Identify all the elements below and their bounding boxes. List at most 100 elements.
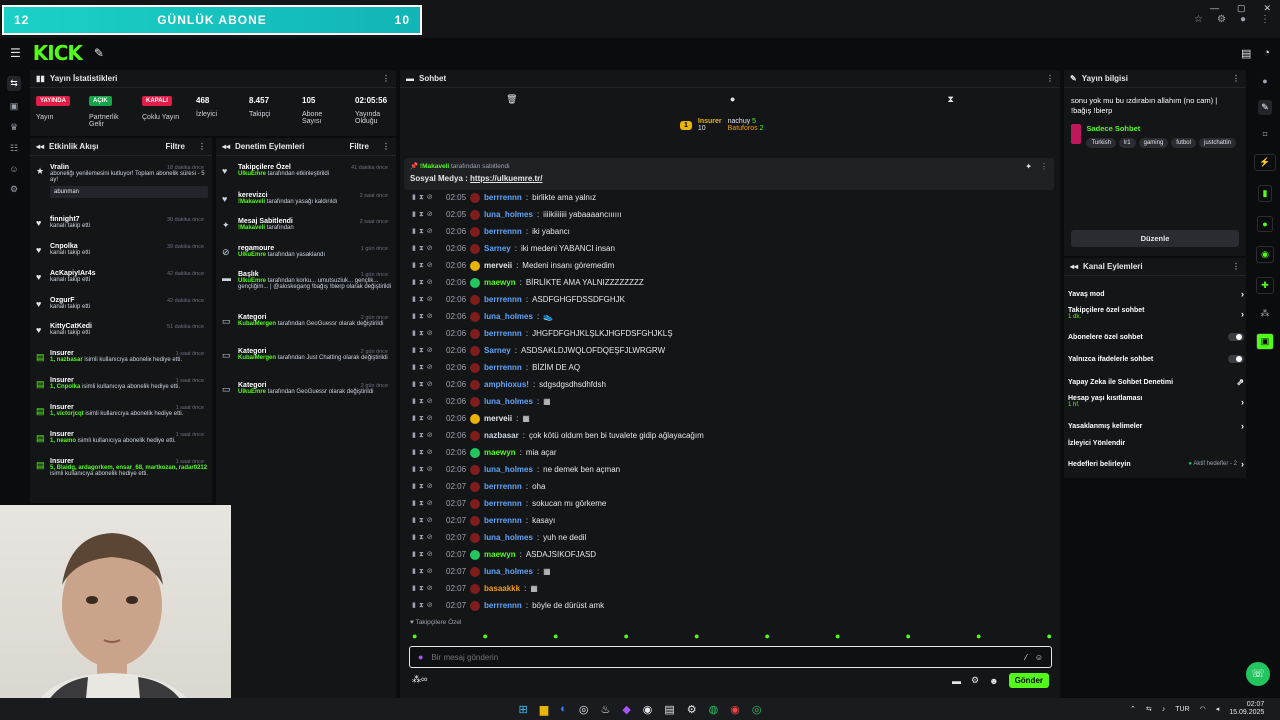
mod-action-user[interactable]: KubaiMergen — [238, 355, 276, 361]
chat-message[interactable]: ▮⧗⊘ 02:07 maewyn: ASDAJSIKOFJASD — [412, 546, 1052, 563]
event-feed-item[interactable]: ▤ Insurer 1, neamo isimli kullanıcıya ab… — [36, 431, 208, 444]
event-feed-item[interactable]: ★ Vralin aboneliğı yenilemesini kutluyor… — [36, 164, 208, 198]
leaderboard-trash-icon[interactable]: 🗑 — [506, 94, 517, 105]
mod-action-item[interactable]: ▭ Kategori KubaiMergen tarafından GeoGue… — [222, 314, 392, 327]
chat-message[interactable]: ▮⧗⊘ 02:06 Sarney: ASDSAKLDJWQLOFDQEŞFJLW… — [412, 342, 1052, 359]
app-red-icon[interactable]: ◉ — [730, 703, 740, 716]
stat-live[interactable]: YAYINDA Yayın — [36, 96, 70, 121]
emote-icon[interactable]: ● — [412, 631, 417, 641]
event-feed-item[interactable]: ♥ finnight7 kanalı takip etti 30 dakika … — [36, 216, 208, 229]
chevron-right-icon[interactable]: › — [1241, 459, 1244, 469]
rail-settings-icon[interactable]: ⚙ — [10, 184, 18, 195]
mod-tools-icon[interactable]: ▮⧗⊘ — [412, 329, 442, 338]
mod-action-item[interactable]: ▭ Kategori UlkuEmre tarafından GeoGuessr… — [222, 382, 392, 395]
mod-action-user[interactable]: UlkuEmre — [238, 389, 266, 395]
mod-action-item[interactable]: ♥ kerevizci !Makaveli tarafından yasağı … — [222, 192, 392, 205]
tray-network-icon[interactable]: ⇆ — [1146, 705, 1152, 713]
pinned-link[interactable]: https://ulkuemre.tr/ — [470, 174, 542, 183]
mod-tools-icon[interactable]: ▮⧗⊘ — [412, 193, 442, 202]
chat-username[interactable]: nazbasar — [484, 431, 519, 440]
rail-info-icon[interactable]: ● — [1262, 76, 1267, 86]
tray-mic-icon[interactable]: ♪ — [1162, 706, 1166, 713]
edit-button[interactable]: Düzenle — [1071, 230, 1239, 247]
mod-tools-icon[interactable]: ▮⧗⊘ — [412, 346, 442, 355]
tray-clock[interactable]: 02:07 15.09.2025 — [1229, 701, 1264, 717]
event-feed-item[interactable]: ♥ OzgurF kanalı takip etti 42 dakika önc… — [36, 297, 208, 310]
chat-input-box[interactable]: ● ⁄ ☺ — [409, 646, 1052, 668]
mod-tools-icon[interactable]: ▮⧗⊘ — [412, 227, 442, 236]
stream-tag[interactable]: gaming — [1138, 138, 1169, 148]
chat-message-input[interactable] — [431, 652, 1018, 662]
mod-menu-icon[interactable]: ⋮ — [382, 142, 390, 151]
stream-tag[interactable]: lr1 — [1118, 138, 1136, 148]
chat-bubble-icon[interactable]: ▬ — [952, 676, 961, 686]
mod-action-user[interactable]: UlkuEmre — [238, 171, 266, 177]
chat-username[interactable]: luna_holmes — [484, 210, 533, 219]
chat-message[interactable]: ▮⧗⊘ 02:06 merveii: Medeni insanı göremed… — [412, 257, 1052, 274]
mod-tools-icon[interactable]: ▮⧗⊘ — [412, 516, 442, 525]
layout-icon[interactable]: ▤ — [1241, 47, 1251, 60]
chat-message[interactable]: ▮⧗⊘ 02:07 basaakkk: ▦ — [412, 580, 1052, 597]
chat-message[interactable]: ▮⧗⊘ 02:06 maewyn: BİRLİKTE AMA YALNIZZZZ… — [412, 274, 1052, 291]
chat-settings-icon[interactable]: ⚙ — [971, 675, 979, 686]
mic-icon[interactable]: ● — [418, 652, 423, 662]
mod-action-user[interactable]: KubaiMergen — [238, 321, 276, 327]
chat-username[interactable]: luna_holmes — [484, 397, 533, 406]
emote-icon[interactable]: ● — [694, 631, 699, 641]
mod-tools-icon[interactable]: ▮⧗⊘ — [412, 210, 442, 219]
edge-icon[interactable]: ◐ — [560, 703, 567, 715]
explorer-icon[interactable]: ▆ — [540, 703, 548, 716]
stat-partner[interactable]: AÇIK Partnerlik Gelir — [89, 96, 133, 128]
emote-icon[interactable]: ● — [1047, 631, 1052, 641]
chrome-icon[interactable]: ◉ — [643, 703, 653, 716]
event-feed-item[interactable]: ▤ Insurer 1, nazbasar isimli kullanıcıya… — [36, 350, 208, 363]
chat-message[interactable]: ▮⧗⊘ 02:07 berrrennn: sokucan mı görkeme — [412, 495, 1052, 512]
feed-menu-icon[interactable]: ⋮ — [198, 142, 206, 151]
chat-username[interactable]: merveii — [484, 414, 512, 423]
tools-icon[interactable]: ✎ — [94, 46, 104, 60]
obs-icon[interactable]: ◎ — [579, 703, 589, 716]
channel-action-item[interactable]: Takipçilere özel sohbet 1 dk. › — [1068, 307, 1244, 320]
mod-tools-icon[interactable]: ▮⧗⊘ — [412, 533, 442, 542]
chat-message[interactable]: ▮⧗⊘ 02:07 luna_holmes: ▦ — [412, 563, 1052, 580]
chat-username[interactable]: maewyn — [484, 278, 516, 287]
emote-icon[interactable]: ● — [553, 631, 558, 641]
event-feed-item[interactable]: ♥ AcKapiyIAr4s kanalı takip etti 42 daki… — [36, 270, 208, 283]
channel-action-item[interactable]: Abonelere özel sohbet — [1068, 333, 1244, 341]
mod-tools-icon[interactable]: ▮⧗⊘ — [412, 431, 442, 440]
stat-multistream[interactable]: KAPALI Çoklu Yayın — [142, 96, 186, 121]
mod-tools-icon[interactable]: ▮⧗⊘ — [412, 550, 442, 559]
minimize-icon[interactable]: — — [1210, 3, 1219, 14]
mod-action-item[interactable]: ▬ Başlık UlkuEmre tarafından korku... um… — [222, 271, 392, 290]
channel-action-item[interactable]: Yavaş mod › — [1068, 289, 1244, 299]
channel-action-item[interactable]: Hesap yaşı kısıtlaması 1 hf. › — [1068, 395, 1244, 408]
spotify-icon[interactable]: ◎ — [752, 703, 762, 716]
chat-menu-icon[interactable]: ⋮ — [1046, 74, 1054, 83]
chat-message[interactable]: ▮⧗⊘ 02:06 berrrennn: BİZİM DE AQ — [412, 359, 1052, 376]
chat-username[interactable]: Sarney — [484, 244, 511, 253]
chevron-right-icon[interactable]: › — [1241, 289, 1244, 299]
chat-message[interactable]: ▮⧗⊘ 02:06 luna_holmes: ▦ — [412, 393, 1052, 410]
emoji-icon[interactable]: ☺ — [1035, 653, 1043, 662]
chat-username[interactable]: luna_holmes — [484, 465, 533, 474]
chevron-right-icon[interactable]: › — [1241, 397, 1244, 407]
mod-action-user[interactable]: !Makaveli — [238, 225, 265, 231]
mod-action-item[interactable]: ▭ Kategori KubaiMergen tarafından Just C… — [222, 348, 392, 361]
channel-action-item[interactable]: Yalnızca ifadelerle sohbet — [1068, 355, 1244, 363]
rail-users-icon[interactable]: ☺ — [9, 164, 18, 174]
rail-broadcast-icon[interactable]: ◉ — [1256, 246, 1274, 263]
chat-message[interactable]: ▮⧗⊘ 02:06 luna_holmes: 👟 — [412, 308, 1052, 325]
mod-tools-icon[interactable]: ▮⧗⊘ — [412, 380, 442, 389]
chat-message[interactable]: ▮⧗⊘ 02:07 luna_holmes: yuh ne dedil — [412, 529, 1052, 546]
star-icon[interactable]: ☆ — [1194, 14, 1203, 25]
chat-username[interactable]: amphioxus! — [484, 380, 529, 389]
mod-tools-icon[interactable]: ▮⧗⊘ — [412, 499, 442, 508]
pinned-menu-icon[interactable]: ⋮ — [1040, 162, 1048, 171]
rail-home-icon[interactable]: ⇆ — [7, 76, 21, 91]
settings-icon[interactable]: ⚙ — [687, 703, 697, 716]
event-feed-item[interactable]: ▤ Insurer 1, victorjcqt isimli kullanıcı… — [36, 404, 208, 417]
stats-menu-icon[interactable]: ⋮ — [382, 74, 390, 83]
chevron-right-icon[interactable]: › — [1241, 421, 1244, 431]
slash-icon[interactable]: ⁄ — [1025, 653, 1026, 662]
leaderboard-chat-icon[interactable]: ● — [730, 94, 735, 104]
